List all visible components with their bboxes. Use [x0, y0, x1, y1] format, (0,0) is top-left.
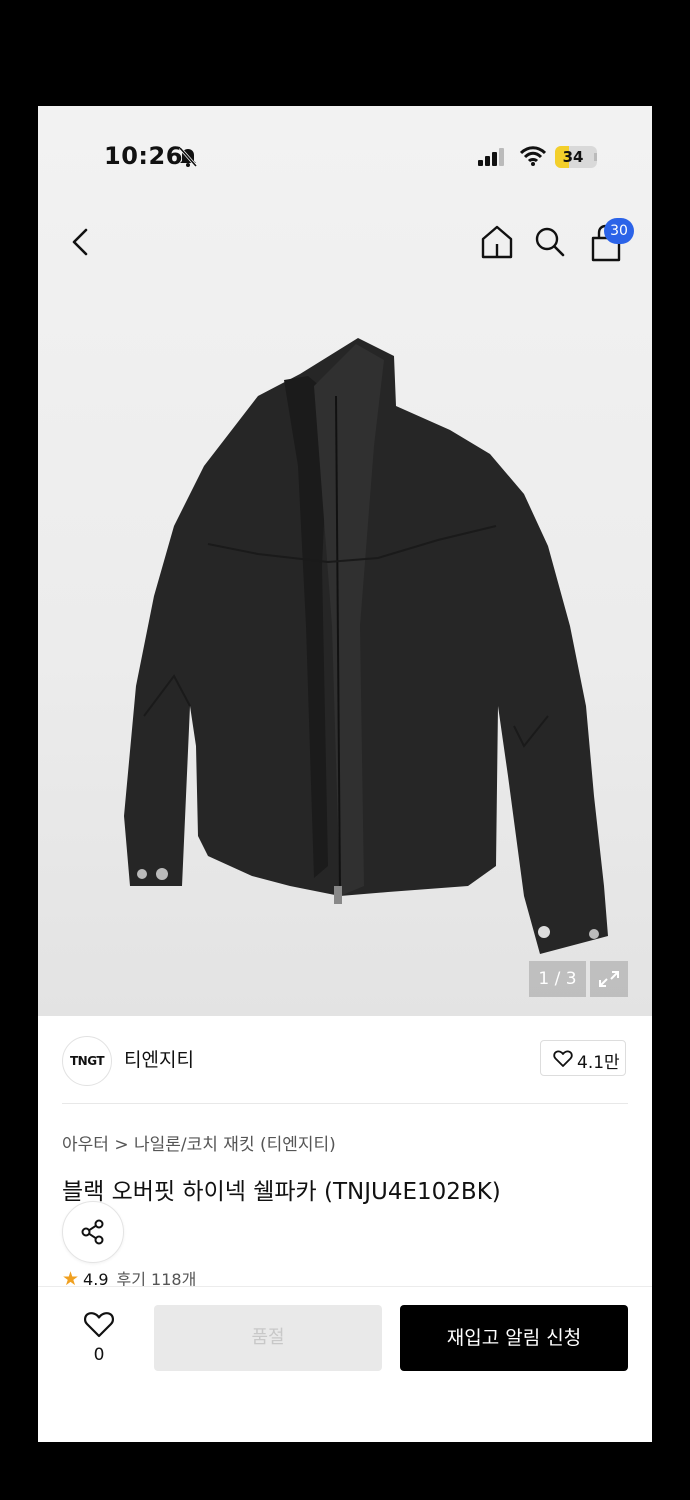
- restock-alert-button[interactable]: 재입고 알림 신청: [400, 1305, 628, 1371]
- brand-row: TNGT 티엔지티 4.1만: [38, 1016, 652, 1104]
- wishlist-button[interactable]: 0: [78, 1311, 120, 1375]
- soldout-button: 품절: [154, 1305, 382, 1371]
- home-icon[interactable]: [478, 222, 516, 262]
- status-bar: 10:26 34: [38, 106, 652, 206]
- phone-screen: 1 / 3 10:26 34 30 TNGT 티엔지티 4.1만 아우터 > 나…: [38, 106, 652, 1442]
- image-counter: 1 / 3: [529, 961, 586, 997]
- top-nav: [38, 214, 652, 270]
- brand-like-button[interactable]: 4.1만: [540, 1040, 626, 1076]
- signal-icon: [478, 148, 504, 166]
- wishlist-count: 0: [93, 1345, 105, 1365]
- rating-value: 4.9: [83, 1270, 109, 1286]
- share-icon: [81, 1219, 104, 1245]
- heart-icon: [553, 1050, 573, 1067]
- battery-nub: [594, 153, 597, 161]
- product-image: [124, 338, 608, 954]
- expand-button[interactable]: [590, 961, 628, 997]
- bell-off-icon: [178, 147, 198, 167]
- status-time: 10:26: [104, 142, 183, 170]
- battery-icon: 34: [555, 146, 597, 168]
- review-count: 후기 118개: [116, 1270, 197, 1286]
- brand-logo[interactable]: TNGT: [62, 1036, 112, 1086]
- bottom-action-bar: 0 품절 재입고 알림 신청: [38, 1286, 652, 1442]
- star-icon: ★: [62, 1268, 80, 1286]
- search-icon[interactable]: [532, 224, 568, 260]
- wifi-icon: [520, 146, 546, 166]
- heart-icon: [84, 1312, 114, 1338]
- divider: [62, 1103, 628, 1104]
- product-title: 블랙 오버핏 하이넥 쉘파카 (TNJU4E102BK): [62, 1179, 501, 1205]
- breadcrumb[interactable]: 아우터 > 나일론/코치 재킷 (티엔지티): [62, 1130, 336, 1155]
- cart-count-badge: 30: [604, 218, 634, 244]
- brand-name[interactable]: 티엔지티: [124, 1045, 194, 1072]
- battery-percent: 34: [562, 148, 584, 166]
- share-button[interactable]: [62, 1201, 124, 1263]
- rating-row[interactable]: ★ 4.9 후기 118개: [62, 1266, 196, 1286]
- back-icon[interactable]: [66, 224, 98, 260]
- expand-icon: [599, 971, 619, 987]
- brand-like-count: 4.1만: [577, 1053, 620, 1073]
